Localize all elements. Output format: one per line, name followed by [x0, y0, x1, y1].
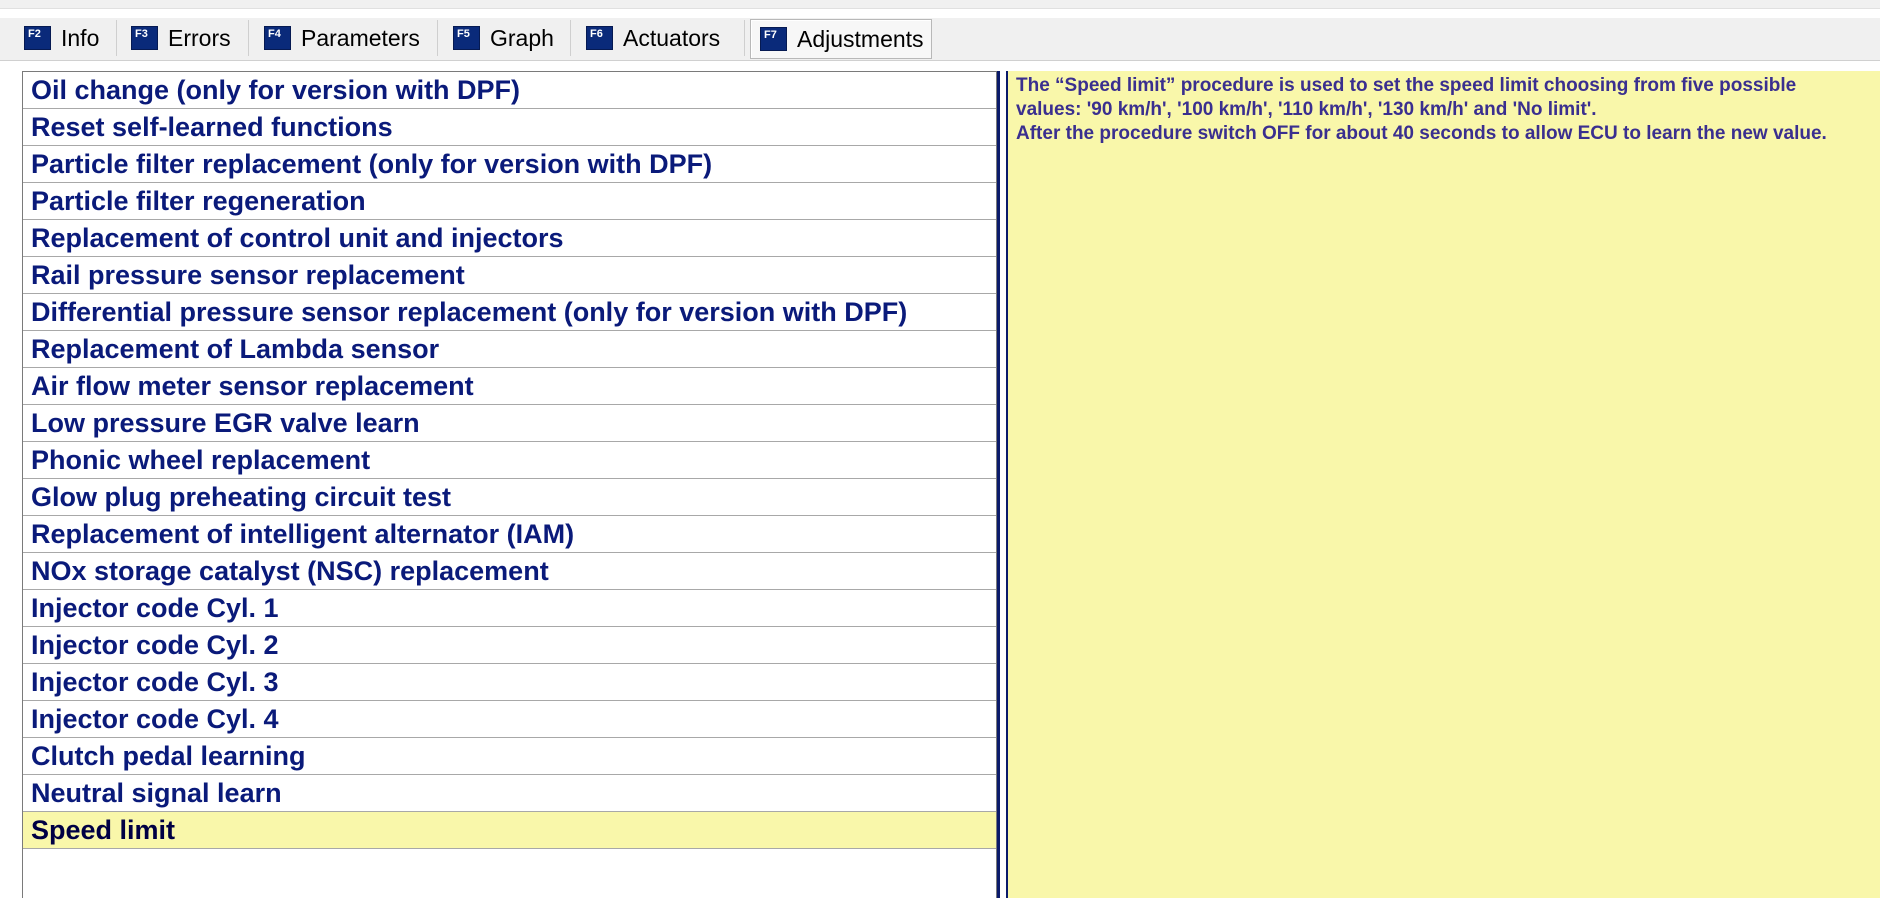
tab-separator — [248, 20, 249, 56]
tab-parameters[interactable]: F4 Parameters — [264, 18, 420, 58]
description-line: values: '90 km/h', '100 km/h', '110 km/h… — [1016, 99, 1597, 120]
tab-separator — [744, 20, 745, 56]
splitter-line — [997, 71, 1000, 898]
tab-parameters-label: Parameters — [301, 24, 420, 51]
f7-key-badge: F7 — [760, 27, 787, 51]
description-line: The “Speed limit” procedure is used to s… — [1016, 75, 1797, 96]
tab-graph-label: Graph — [490, 24, 554, 51]
list-item[interactable]: Rail pressure sensor replacement — [23, 257, 996, 294]
description-line: After the procedure switch OFF for about… — [1016, 123, 1827, 144]
list-item[interactable]: Differential pressure sensor replacement… — [23, 294, 996, 331]
list-item[interactable]: Particle filter regeneration — [23, 183, 996, 220]
tab-info-label: Info — [61, 24, 100, 51]
f2-key-badge: F2 — [24, 26, 51, 50]
window-top-strip — [0, 0, 1880, 9]
list-item[interactable]: Replacement of control unit and injector… — [23, 220, 996, 257]
tab-actuators-label: Actuators — [623, 24, 721, 51]
tab-errors-label: Errors — [168, 24, 231, 51]
list-item[interactable]: Replacement of Lambda sensor — [23, 331, 996, 368]
list-item[interactable]: Injector code Cyl. 4 — [23, 701, 996, 738]
list-item[interactable]: Air flow meter sensor replacement — [23, 368, 996, 405]
list-item[interactable]: Clutch pedal learning — [23, 738, 996, 775]
f4-key-badge: F4 — [264, 26, 291, 50]
list-item[interactable]: Injector code Cyl. 2 — [23, 627, 996, 664]
list-item[interactable]: Low pressure EGR valve learn — [23, 405, 996, 442]
list-item[interactable]: Neutral signal learn — [23, 775, 996, 812]
list-item[interactable]: Replacement of intelligent alternator (I… — [23, 516, 996, 553]
list-item[interactable]: Reset self-learned functions — [23, 109, 996, 146]
tab-actuators[interactable]: F6 Actuators — [586, 18, 720, 58]
tab-info[interactable]: F2 Info — [24, 18, 99, 58]
tab-separator — [437, 20, 438, 56]
procedure-list[interactable]: Oil change (only for version with DPF) R… — [22, 71, 997, 898]
tab-separator — [116, 20, 117, 56]
f5-key-badge: F5 — [453, 26, 480, 50]
list-item[interactable]: Oil change (only for version with DPF) — [23, 72, 996, 109]
tab-adjustments[interactable]: F7 Adjustments — [750, 19, 932, 59]
procedure-description: The “Speed limit” procedure is used to s… — [1006, 71, 1880, 898]
f6-key-badge: F6 — [586, 26, 613, 50]
list-item[interactable]: NOx storage catalyst (NSC) replacement — [23, 553, 996, 590]
list-item[interactable]: Injector code Cyl. 1 — [23, 590, 996, 627]
list-item[interactable]: Glow plug preheating circuit test — [23, 479, 996, 516]
list-item[interactable]: Injector code Cyl. 3 — [23, 664, 996, 701]
tab-graph[interactable]: F5 Graph — [453, 18, 554, 58]
tab-errors[interactable]: F3 Errors — [131, 18, 231, 58]
f3-key-badge: F3 — [131, 26, 158, 50]
tab-adjustments-label: Adjustments — [797, 25, 924, 52]
list-item[interactable]: Particle filter replacement (only for ve… — [23, 146, 996, 183]
tab-bar: F2 Info F3 Errors F4 Parameters F5 Graph… — [0, 18, 1880, 61]
tab-separator — [570, 20, 571, 56]
list-item[interactable]: Phonic wheel replacement — [23, 442, 996, 479]
pane-splitter[interactable] — [997, 71, 1006, 898]
list-item-selected[interactable]: Speed limit — [23, 812, 996, 849]
